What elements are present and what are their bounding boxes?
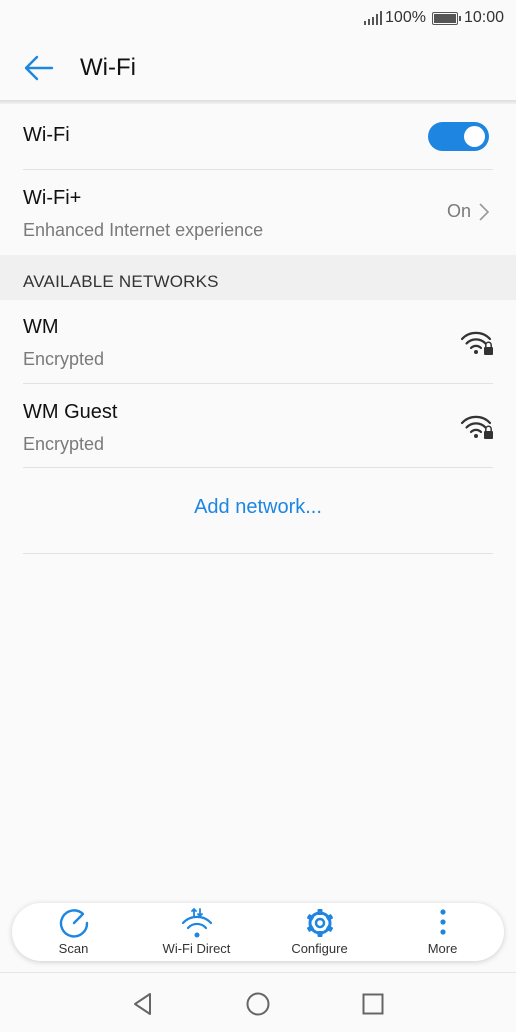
wifi-direct-label: Wi-Fi Direct <box>162 941 231 956</box>
system-navigation-bar <box>0 972 516 1032</box>
wifi-plus-status: On <box>446 201 471 221</box>
add-network-button[interactable]: Add network... <box>0 496 516 519</box>
wifi-lock-icon <box>460 331 493 355</box>
signal-icon <box>364 11 383 25</box>
status-bar: 100% 10:00 <box>0 0 516 36</box>
chevron-right-icon <box>479 202 489 221</box>
wifi-plus-value[interactable]: On <box>447 201 489 222</box>
app-bar: Wi-Fi <box>0 36 516 100</box>
network-status: Encrypted <box>23 434 105 454</box>
more-button[interactable]: More <box>381 903 504 961</box>
home-circle-icon[interactable] <box>245 991 271 1017</box>
wifi-plus-subtitle: Enhanced Internet experience <box>23 220 264 240</box>
page-title: Wi-Fi <box>80 54 136 81</box>
wifi-plus-row[interactable]: Wi-Fi+ Enhanced Internet experience <box>23 187 493 241</box>
back-button[interactable] <box>0 36 80 100</box>
wifi-label: Wi-Fi <box>23 124 70 146</box>
network-name: WM Guest <box>23 401 118 423</box>
available-networks-header: AVAILABLE NETWORKS <box>0 255 516 300</box>
clock: 10:00 <box>463 9 504 26</box>
app-bar-divider <box>0 100 516 104</box>
divider <box>23 467 493 468</box>
battery-icon <box>431 11 461 25</box>
scan-icon <box>59 909 88 938</box>
toggle-knob <box>464 126 485 147</box>
configure-button[interactable]: Configure <box>258 903 381 961</box>
more-vertical-icon <box>439 909 446 935</box>
section-title: AVAILABLE NETWORKS <box>23 272 219 291</box>
bottom-toolbar: Scan Wi-Fi Direct Configure More <box>12 903 504 961</box>
wifi-toggle-switch[interactable] <box>428 122 489 151</box>
scan-label: Scan <box>58 941 89 956</box>
divider <box>23 383 493 384</box>
network-item[interactable]: WM Encrypted <box>23 316 493 370</box>
wifi-lock-icon <box>460 415 493 439</box>
wifi-toggle-row[interactable]: Wi-Fi <box>23 124 493 147</box>
network-name: WM <box>23 316 59 338</box>
more-label: More <box>427 941 458 956</box>
arrow-left-icon <box>24 55 54 81</box>
scan-button[interactable]: Scan <box>12 903 135 961</box>
wifi-plus-label: Wi-Fi+ <box>23 187 82 209</box>
wifi-direct-button[interactable]: Wi-Fi Direct <box>135 903 258 961</box>
divider <box>23 553 493 554</box>
battery-percent: 100% <box>385 9 426 26</box>
gear-icon <box>306 909 333 937</box>
configure-label: Configure <box>291 941 348 956</box>
back-triangle-icon[interactable] <box>130 991 156 1017</box>
network-item[interactable]: WM Guest Encrypted <box>23 401 493 455</box>
wifi-direct-icon <box>181 907 212 938</box>
network-status: Encrypted <box>23 349 105 369</box>
recents-square-icon[interactable] <box>360 991 386 1017</box>
divider <box>23 169 493 170</box>
